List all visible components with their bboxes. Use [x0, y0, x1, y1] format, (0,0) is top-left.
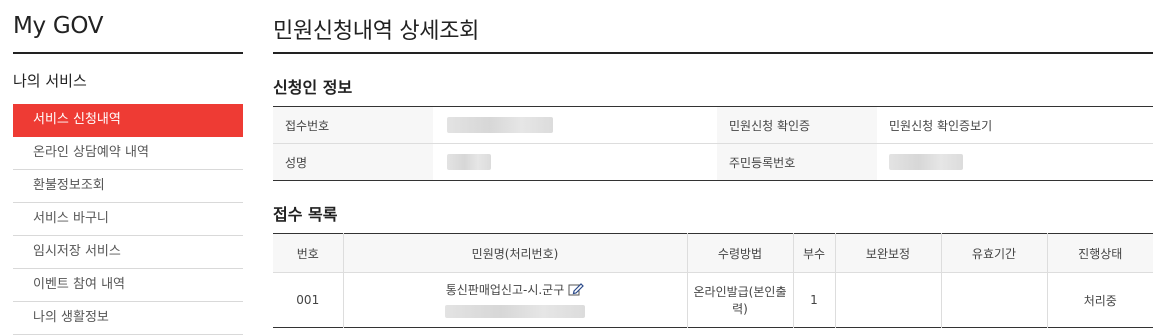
applicant-info-table: 접수번호 민원신청 확인증 민원신청 확인증보기 성명 주민등록번호	[273, 106, 1153, 181]
cell-method: 온라인발급(본인출력)	[686, 272, 793, 328]
name-value	[433, 144, 717, 181]
cell-supplement	[834, 272, 941, 328]
col-header-name: 민원명(처리번호)	[342, 233, 687, 273]
sidebar-item-refund-info[interactable]: 환불정보조회	[13, 170, 243, 203]
redacted-process-no	[445, 304, 585, 318]
col-header-status: 진행상태	[1046, 233, 1153, 273]
col-header-supplement: 보완보정	[834, 233, 941, 273]
rrn-label: 주민등록번호	[717, 143, 877, 181]
section-title: 나의 서비스	[13, 72, 87, 90]
edit-icon[interactable]	[568, 282, 585, 300]
brand-title: My GOV	[13, 0, 243, 54]
redacted-rrn	[889, 154, 963, 170]
rrn-value	[877, 144, 1153, 181]
receipts-section-title: 접수 목록	[273, 205, 338, 224]
col-header-method: 수령방법	[686, 233, 793, 273]
sidebar-item-temp-saved[interactable]: 임시저장 서비스	[13, 236, 243, 269]
cell-validity	[940, 272, 1047, 328]
table-header-row: 번호 민원명(처리번호) 수령방법 부수 보완보정 유효기간 진행상태	[273, 233, 1153, 273]
redacted-receipt-no	[447, 117, 553, 133]
table-row: 001 통신판매업신고-시.군구 온라인발급(본인출력) 1 처리중	[273, 272, 1153, 328]
cell-no: 001	[296, 293, 320, 307]
receipts-table: 번호 민원명(처리번호) 수령방법 부수 보완보정 유효기간 진행상태 001 …	[273, 233, 1153, 328]
sidebar-item-event-history[interactable]: 이벤트 참여 내역	[13, 269, 243, 302]
col-header-no: 번호	[273, 233, 343, 273]
confirm-link[interactable]: 민원신청 확인증보기	[877, 106, 1153, 144]
main-content: 민원신청내역 상세조회 신청인 정보 접수번호 민원신청 확인증 민원신청 확인…	[273, 0, 1153, 328]
complaint-name[interactable]: 통신판매업신고-시.군구	[446, 283, 565, 297]
receipt-no-value	[433, 106, 717, 144]
sidebar-item-service-history[interactable]: 서비스 신청내역	[13, 104, 243, 137]
cell-status: 처리중	[1046, 272, 1153, 328]
name-label: 성명	[273, 143, 433, 181]
sidebar-item-service-basket[interactable]: 서비스 바구니	[13, 203, 243, 236]
cell-name: 통신판매업신고-시.군구	[342, 272, 687, 328]
page-title: 민원신청내역 상세조회	[273, 0, 1153, 54]
confirm-label: 민원신청 확인증	[717, 106, 877, 144]
sidebar: My GOV 나의 서비스 서비스 신청내역 온라인 상담예약 내역 환불정보조…	[13, 0, 243, 335]
sidebar-item-consult-booking[interactable]: 온라인 상담예약 내역	[13, 137, 243, 170]
sidebar-item-life-info[interactable]: 나의 생활정보	[13, 302, 243, 335]
sidebar-nav: 서비스 신청내역 온라인 상담예약 내역 환불정보조회 서비스 바구니 임시저장…	[13, 104, 243, 335]
table-row: 접수번호 민원신청 확인증 민원신청 확인증보기	[273, 106, 1153, 144]
applicant-section-title: 신청인 정보	[273, 78, 353, 97]
table-row: 성명 주민등록번호	[273, 143, 1153, 181]
receipt-no-label: 접수번호	[273, 106, 433, 144]
col-header-validity: 유효기간	[940, 233, 1047, 273]
redacted-name	[447, 154, 491, 170]
cell-copies: 1	[792, 272, 835, 328]
col-header-copies: 부수	[792, 233, 835, 273]
